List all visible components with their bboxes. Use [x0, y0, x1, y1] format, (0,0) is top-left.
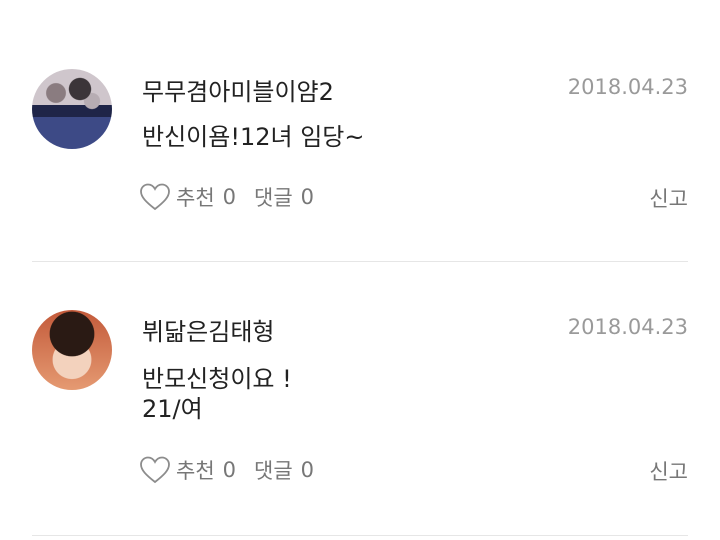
report-button[interactable]: 신고	[649, 183, 688, 213]
comment-body-line: 반신이욤!12녀 임당~	[142, 123, 365, 151]
reply-button[interactable]: 댓글	[254, 182, 293, 212]
heart-outline-icon[interactable]	[140, 183, 170, 211]
comment-author[interactable]: 뷔닮은김태형	[142, 312, 274, 347]
reply-count: 0	[300, 458, 315, 482]
avatar[interactable]	[32, 69, 112, 149]
comment-body-line: 반모신청이요 !	[142, 365, 292, 393]
comment-actions: 추천 0 댓글 0 신고	[140, 181, 688, 213]
report-button[interactable]: 신고	[649, 456, 688, 486]
heart-outline-icon[interactable]	[140, 456, 170, 484]
comment-date: 2018.04.23	[567, 315, 688, 339]
divider	[32, 261, 688, 262]
avatar[interactable]	[32, 310, 112, 390]
like-count: 0	[222, 185, 237, 209]
comment-actions: 추천 0 댓글 0 신고	[140, 454, 688, 486]
comment-body: 반신이욤!12녀 임당~	[142, 122, 364, 152]
reply-button[interactable]: 댓글	[254, 455, 293, 485]
comment-date: 2018.04.23	[567, 75, 688, 99]
like-button[interactable]: 추천	[176, 455, 215, 485]
comment-body: 반모신청이요 ! 21/여	[142, 364, 292, 424]
divider	[32, 535, 688, 536]
comment-list: 무무겸아미블이얌2 2018.04.23 반신이욤!12녀 임당~ 추천 0 댓…	[0, 0, 720, 540]
comment-body-line: 21/여	[142, 395, 203, 423]
like-button[interactable]: 추천	[176, 182, 215, 212]
like-count: 0	[222, 458, 237, 482]
comment-author[interactable]: 무무겸아미블이얌2	[142, 72, 334, 107]
reply-count: 0	[300, 185, 315, 209]
